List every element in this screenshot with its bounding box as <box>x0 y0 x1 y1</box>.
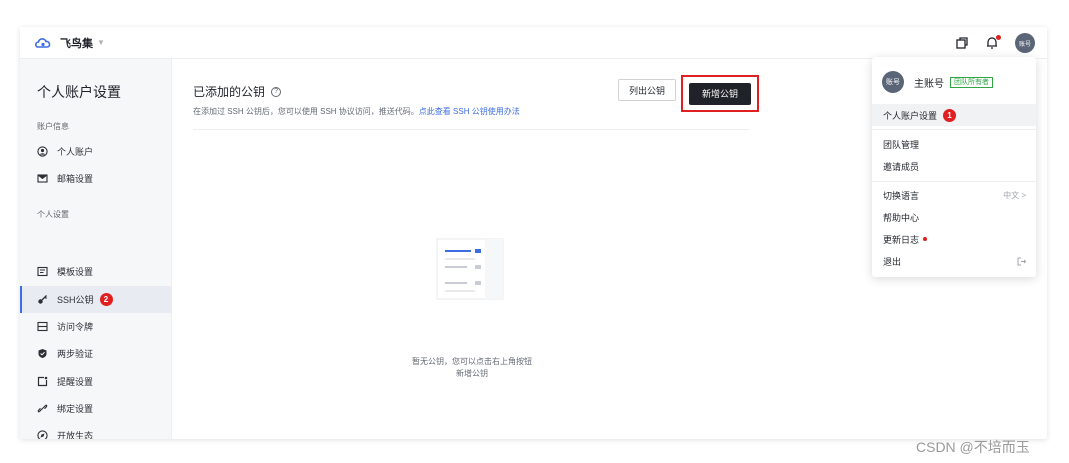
menu-item-invite-members[interactable]: 邀请成员 <box>872 155 1036 177</box>
sidebar-item-label: 两步验证 <box>57 349 94 359</box>
key-icon <box>38 295 47 304</box>
step-badge-1: 1 <box>943 108 957 122</box>
add-key-button[interactable]: 新增公钥 <box>689 82 751 105</box>
sidebar-item-label: 访问令牌 <box>57 322 94 332</box>
copy-icon[interactable] <box>955 36 969 50</box>
sidebar-item-label: 提醒设置 <box>57 377 94 387</box>
token-icon <box>37 321 48 332</box>
menu-item-logout[interactable]: 退出 <box>872 250 1036 272</box>
chevron-down-icon: ▼ <box>97 38 105 47</box>
shield-check-icon <box>38 349 47 358</box>
sidebar-title: 个人账户设置 <box>37 84 121 100</box>
account-dropdown-menu: 账号 主账号 团队所有者 个人账户设置 1 团队管理 邀请成员 切换语言 中文 … <box>872 57 1036 277</box>
empty-state-text: 暂无公钥，您可以点击右上角按钮 新增公钥 <box>372 356 572 380</box>
page-description: 在添加过 SSH 公钥后，您可以使用 SSH 协议访问，推送代码。点此查看 SS… <box>193 106 520 117</box>
logout-icon <box>1017 257 1026 265</box>
group-label-account: 账户信息 <box>37 122 69 131</box>
description-text: 在添加过 SSH 公钥后，您可以使用 SSH 协议访问，推送代码。 <box>193 107 419 116</box>
menu-item-team-management[interactable]: 团队管理 <box>872 133 1036 155</box>
page-title-text: 已添加的公钥 <box>193 85 266 99</box>
dropdown-header: 账号 主账号 团队所有者 <box>882 71 993 93</box>
help-icon[interactable]: ? <box>271 86 282 97</box>
user-avatar[interactable]: 账号 <box>1015 33 1035 53</box>
template-icon <box>37 266 48 277</box>
notification-dot <box>996 35 1001 40</box>
sidebar-item-email[interactable]: 邮箱设置 <box>20 165 172 192</box>
sidebar-item-label: SSH公钥 <box>57 295 94 305</box>
sidebar-item-two-factor[interactable]: 两步验证 <box>20 340 172 367</box>
sidebar-item-label: 邮箱设置 <box>57 174 94 184</box>
ssh-help-link[interactable]: 点此查看 SSH 公钥使用办法 <box>419 107 520 116</box>
menu-item-label: 团队管理 <box>883 139 920 150</box>
menu-item-label: 邀请成员 <box>883 161 920 172</box>
step-badge-2: 2 <box>99 293 113 306</box>
menu-item-label: 更新日志 <box>883 234 920 245</box>
page-title: 已添加的公钥 ? <box>193 83 282 100</box>
link-icon <box>37 404 48 413</box>
sidebar-item-access-token[interactable]: 访问令牌 <box>20 313 172 340</box>
divider <box>193 129 749 130</box>
menu-divider <box>872 181 1036 182</box>
highlight-box: 新增公钥 <box>681 75 759 112</box>
menu-item-switch-language[interactable]: 切换语言 中文 > <box>872 184 1036 206</box>
reminder-icon <box>37 376 48 387</box>
sidebar-item-label: 开放生态 <box>57 431 94 439</box>
sidebar-item-label: 个人账户 <box>57 147 94 157</box>
notification-bell[interactable] <box>985 35 1001 50</box>
user-circle-icon <box>37 146 48 157</box>
sidebar-item-open-ecosystem[interactable]: 开放生态 <box>20 422 172 439</box>
team-name: 飞鸟集 <box>60 37 93 50</box>
dropdown-avatar: 账号 <box>882 71 904 93</box>
empty-state-line2: 新增公钥 <box>456 369 488 378</box>
sidebar-item-reminders[interactable]: 提醒设置 <box>20 368 172 395</box>
settings-sidebar: 个人账户设置 账户信息 个人账户 邮箱设置 个人设置 模板设置 SSH公钥 2 … <box>20 59 172 439</box>
sidebar-item-label: 模板设置 <box>57 267 94 277</box>
sidebar-item-ssh-key[interactable]: SSH公钥 2 <box>20 286 172 313</box>
new-update-dot <box>923 237 928 241</box>
menu-item-label: 个人账户设置 <box>883 110 938 121</box>
menu-item-label: 退出 <box>883 256 902 267</box>
menu-item-label: 切换语言 <box>883 190 920 201</box>
account-name: 主账号 <box>914 78 944 90</box>
menu-item-label: 帮助中心 <box>883 212 920 223</box>
list-keys-button[interactable]: 列出公钥 <box>618 79 676 101</box>
menu-item-help-center[interactable]: 帮助中心 <box>872 206 1036 228</box>
menu-item-changelog[interactable]: 更新日志 <box>872 228 1036 250</box>
empty-state-line1: 暂无公钥，您可以点击右上角按钮 <box>412 357 532 366</box>
sidebar-item-account[interactable]: 个人账户 <box>20 138 172 165</box>
sidebar-item-template[interactable]: 模板设置 <box>20 258 172 285</box>
team-switcher[interactable]: 飞鸟集 ▼ <box>34 35 105 51</box>
current-language: 中文 > <box>1003 190 1026 200</box>
csdn-watermark: CSDN @不培而玉 <box>916 439 1030 455</box>
top-bar: 飞鸟集 ▼ 账号 <box>20 27 1047 59</box>
mail-icon <box>37 174 48 183</box>
sidebar-item-label: 绑定设置 <box>57 404 94 414</box>
role-tag: 团队所有者 <box>950 76 993 88</box>
menu-divider <box>872 129 1036 130</box>
menu-item-account-settings[interactable]: 个人账户设置 1 <box>872 104 1036 126</box>
cloud-logo-icon <box>35 37 51 48</box>
top-actions: 账号 <box>939 27 1035 59</box>
group-label-personal: 个人设置 <box>37 210 69 219</box>
compass-icon <box>37 430 48 439</box>
sidebar-item-binding[interactable]: 绑定设置 <box>20 395 172 422</box>
empty-list-illustration <box>436 238 504 300</box>
